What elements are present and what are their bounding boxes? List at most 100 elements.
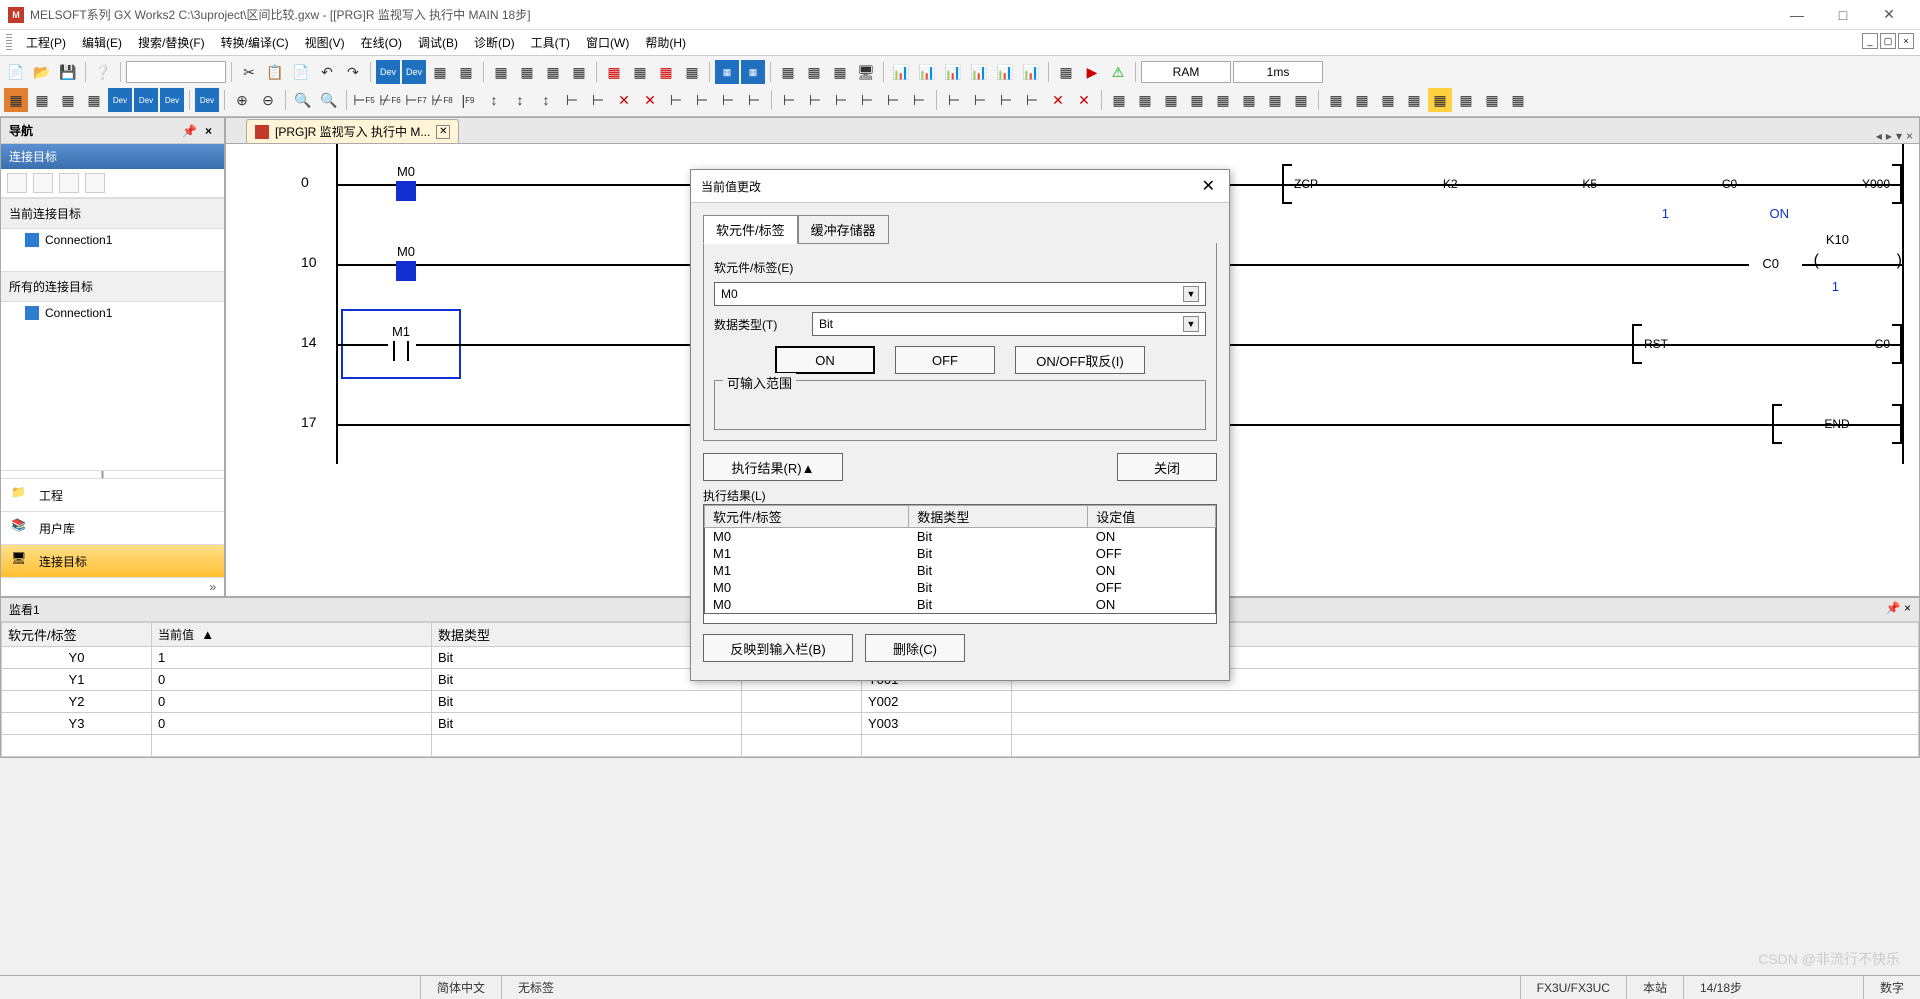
save-icon[interactable]: 💾 <box>56 60 80 84</box>
ladder-f8-icon[interactable]: ⊬F8 <box>430 88 454 112</box>
dropdown-icon[interactable]: ▼ <box>1183 316 1199 332</box>
instruction-zcp[interactable]: ZCP K2 K5 C0 Y000 <box>1282 164 1902 204</box>
tool-icon[interactable]: Dev <box>376 60 400 84</box>
tool-icon[interactable]: ▦ <box>56 88 80 112</box>
tab-next-icon[interactable]: ▸ <box>1886 129 1892 143</box>
redo-icon[interactable]: ↷ <box>341 60 365 84</box>
ladder-tool-icon[interactable]: ⊢ <box>855 88 879 112</box>
close-button[interactable]: 关闭 <box>1117 453 1217 481</box>
nav-connection-all[interactable]: Connection1 <box>1 302 224 324</box>
tool-icon[interactable]: Dev <box>108 88 132 112</box>
cut-icon[interactable]: ✂ <box>237 60 261 84</box>
menu-debug[interactable]: 调试(B) <box>410 32 466 53</box>
ladder-tool-icon[interactable]: ▦ <box>1402 88 1426 112</box>
ladder-tool-icon[interactable]: ⊢ <box>1020 88 1044 112</box>
tool-icon[interactable]: ▦ <box>680 60 704 84</box>
close-button[interactable]: ✕ <box>1866 1 1912 29</box>
menu-window[interactable]: 窗口(W) <box>578 32 637 53</box>
ladder-tool-icon[interactable]: ⊢ <box>942 88 966 112</box>
ladder-tool-icon[interactable]: ▦ <box>1454 88 1478 112</box>
ladder-tool-icon[interactable]: ▦ <box>1237 88 1261 112</box>
tool-icon[interactable]: ▦ <box>82 88 106 112</box>
nav-tool-icon[interactable] <box>7 173 27 193</box>
tool-icon[interactable]: ▦ <box>489 60 513 84</box>
result-row[interactable]: M0BitON <box>705 596 1216 614</box>
ladder-tool-icon[interactable]: ↕ <box>482 88 506 112</box>
tab-buffer[interactable]: 缓冲存储器 <box>798 215 889 244</box>
tool-icon[interactable]: Dev <box>195 88 219 112</box>
ladder-tool-icon[interactable]: ✕ <box>638 88 662 112</box>
tool-icon[interactable]: ⊕ <box>230 88 254 112</box>
result-toggle-button[interactable]: 执行结果(R)▲ <box>703 453 843 481</box>
tool-icon[interactable]: ▦ <box>828 60 852 84</box>
ladder-tool-icon[interactable]: ⊢ <box>742 88 766 112</box>
ladder-tool-icon[interactable]: ⊢ <box>881 88 905 112</box>
contact-m0[interactable]: M0 <box>386 244 426 281</box>
tool-icon[interactable]: ▦ <box>741 60 765 84</box>
copy-icon[interactable]: 📋 <box>263 60 287 84</box>
instruction-rst[interactable]: RST C0 <box>1632 324 1902 364</box>
watch-row[interactable]: Y30BitY003 <box>2 713 1919 735</box>
tool-icon[interactable]: ▦ <box>454 60 478 84</box>
mdi-max-icon[interactable]: ▢ <box>1880 33 1896 49</box>
paste-icon[interactable]: 📄 <box>289 60 313 84</box>
instruction-end[interactable]: END <box>1772 404 1902 444</box>
menu-edit[interactable]: 编辑(E) <box>74 32 130 53</box>
ladder-tool-icon[interactable]: ⊢ <box>829 88 853 112</box>
ladder-f9-icon[interactable]: |F9 <box>456 88 480 112</box>
result-row[interactable]: M1BitON <box>705 562 1216 579</box>
tool-icon[interactable]: 📊 <box>967 60 991 84</box>
col-device[interactable]: 软元件/标签 <box>2 623 152 647</box>
result-row[interactable]: M1BitOFF <box>705 545 1216 562</box>
tool-icon[interactable]: ▦ <box>715 60 739 84</box>
ladder-f6-icon[interactable]: ⊬F6 <box>378 88 402 112</box>
result-row[interactable]: M0BitON <box>705 528 1216 546</box>
ladder-tool-icon[interactable]: ⊢ <box>560 88 584 112</box>
warn-icon[interactable]: ⚠ <box>1106 60 1130 84</box>
tool-icon[interactable]: ▦ <box>776 60 800 84</box>
menu-compile[interactable]: 转换/编译(C) <box>213 32 297 53</box>
ladder-tool-icon[interactable]: ⊢ <box>586 88 610 112</box>
tab-closeall-icon[interactable]: × <box>1906 129 1913 143</box>
contact-m1[interactable]: M1 <box>381 324 421 361</box>
nav-tool-icon[interactable] <box>85 173 105 193</box>
tool-icon[interactable]: 📊 <box>915 60 939 84</box>
ladder-tool-icon[interactable]: ▦ <box>1289 88 1313 112</box>
tool-icon[interactable]: ▦ <box>602 60 626 84</box>
tool-icon[interactable]: ▦ <box>428 60 452 84</box>
ladder-tool-icon[interactable]: ▦ <box>1376 88 1400 112</box>
ladder-tool-icon[interactable]: ↕ <box>508 88 532 112</box>
maximize-button[interactable]: □ <box>1820 1 1866 29</box>
tool-icon[interactable]: ▦ <box>515 60 539 84</box>
watch-row[interactable]: Y20BitY002 <box>2 691 1919 713</box>
menu-tools[interactable]: 工具(T) <box>523 32 578 53</box>
datatype-combo[interactable]: Bit▼ <box>812 312 1206 336</box>
ladder-tool-icon[interactable]: ⊢ <box>664 88 688 112</box>
editor-tab[interactable]: [PRG]R 监视写入 执行中 M... ✕ <box>246 119 459 143</box>
nav-overflow[interactable]: » <box>1 577 224 596</box>
ladder-tool-icon[interactable]: ⊢ <box>994 88 1018 112</box>
nav-pin-icon[interactable]: 📌 <box>178 124 201 138</box>
device-combo[interactable]: M0▼ <box>714 282 1206 306</box>
coil-label[interactable]: C0 <box>1762 256 1779 271</box>
mdi-min-icon[interactable]: _ <box>1862 33 1878 49</box>
tab-close-icon[interactable]: ✕ <box>436 125 450 139</box>
ladder-f5-icon[interactable]: ⊢F5 <box>352 88 376 112</box>
ladder-tool-icon[interactable]: ▦ <box>1263 88 1287 112</box>
ladder-tool-icon[interactable]: ▦ <box>1211 88 1235 112</box>
tool-icon[interactable]: ▦ <box>802 60 826 84</box>
tool-icon[interactable]: ▦ <box>628 60 652 84</box>
watch-close-icon[interactable]: × <box>1904 601 1911 618</box>
help-icon[interactable]: ❔ <box>91 60 115 84</box>
ladder-tool-icon[interactable]: ✕ <box>612 88 636 112</box>
ladder-tool-icon[interactable]: ⊢ <box>803 88 827 112</box>
ladder-tool-icon[interactable]: ▦ <box>1159 88 1183 112</box>
tool-icon[interactable]: ▦ <box>4 88 28 112</box>
ladder-tool-icon[interactable]: ▦ <box>1428 88 1452 112</box>
ladder-tool-icon[interactable]: ▦ <box>1185 88 1209 112</box>
tool-icon[interactable]: ▦ <box>541 60 565 84</box>
menu-view[interactable]: 视图(V) <box>297 32 353 53</box>
nav-tool-icon[interactable] <box>33 173 53 193</box>
tool-icon[interactable]: 🖥 <box>854 60 878 84</box>
tool-icon[interactable]: 🔍 <box>291 88 315 112</box>
